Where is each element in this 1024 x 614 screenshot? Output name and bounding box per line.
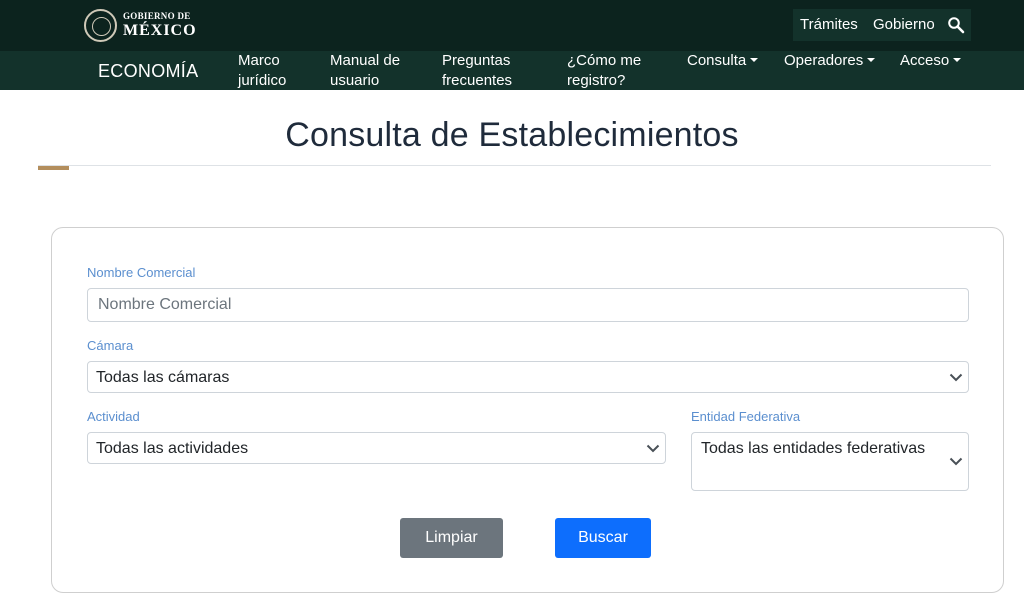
entidad-federativa-select[interactable]: Todas las entidades federativas [691,432,969,491]
nav-preguntas-line1: Preguntas [442,52,511,69]
nav-acceso-dropdown[interactable]: Acceso [900,51,962,71]
search-form-card [51,227,1004,593]
nav-marco-juridico[interactable]: Marco jurídico [238,51,286,91]
nav-operadores-label: Operadores [784,52,864,69]
brand-economia[interactable]: ECONOMÍA [98,61,198,82]
nav-preguntas-line2: frecuentes [442,72,513,89]
gobierno-logo[interactable]: GOBIERNO DE MÉXICO [84,9,197,42]
nav-registro-line2: registro? [567,72,626,89]
top-bar: GOBIERNO DE MÉXICO Trámites Gobierno [0,0,1024,51]
buscar-button[interactable]: Buscar [555,518,651,558]
nav-preguntas-frecuentes[interactable]: Preguntas frecuentes [442,51,512,91]
camara-select-value: Todas las cámaras [96,369,230,386]
nav-manual-line1: Manual de [330,52,401,69]
nav-marco-line1: Marco [238,52,280,69]
nav-operadores-dropdown[interactable]: Operadores [784,51,876,71]
nav-consulta-label: Consulta [687,52,747,69]
link-tramites[interactable]: Trámites [800,16,858,33]
title-accent-bar [38,166,69,170]
nav-manual-line2: usuario [330,72,380,89]
entidad-select-value: Todas las entidades federativas [701,440,926,457]
actividad-select[interactable]: Todas las actividades [87,432,666,464]
search-icon[interactable] [947,16,965,34]
nav-consulta-dropdown[interactable]: Consulta [687,51,759,71]
camara-label: Cámara [87,338,134,353]
logo-text: GOBIERNO DE MÉXICO [123,12,197,39]
nav-marco-line2: jurídico [238,72,287,89]
caret-down-icon [867,58,876,62]
chevron-down-icon [949,373,963,382]
caret-down-icon [750,58,759,62]
link-gobierno[interactable]: Gobierno [873,16,935,33]
main-navbar: ECONOMÍA Marco jurídico Manual de usuari… [0,51,1024,90]
seal-icon [84,9,117,42]
nav-como-registro[interactable]: ¿Cómo me registro? [567,51,641,91]
top-links: Trámites Gobierno [793,9,971,41]
chevron-down-icon [949,457,963,466]
limpiar-button[interactable]: Limpiar [400,518,503,558]
logo-line2: MÉXICO [123,22,197,39]
nav-registro-line1: ¿Cómo me [567,52,642,69]
actividad-select-value: Todas las actividades [96,440,249,457]
title-divider [38,165,991,166]
entidad-federativa-label: Entidad Federativa [691,409,801,424]
page-title: Consulta de Establecimientos [285,116,739,154]
nombre-comercial-input[interactable] [87,288,969,322]
nav-manual-usuario[interactable]: Manual de usuario [330,51,400,91]
camara-select[interactable]: Todas las cámaras [87,361,969,393]
chevron-down-icon [646,444,660,453]
logo-line1: GOBIERNO DE [123,11,191,21]
nav-acceso-label: Acceso [900,52,950,69]
actividad-label: Actividad [87,409,140,424]
nombre-comercial-label: Nombre Comercial [87,265,196,280]
caret-down-icon [953,58,962,62]
